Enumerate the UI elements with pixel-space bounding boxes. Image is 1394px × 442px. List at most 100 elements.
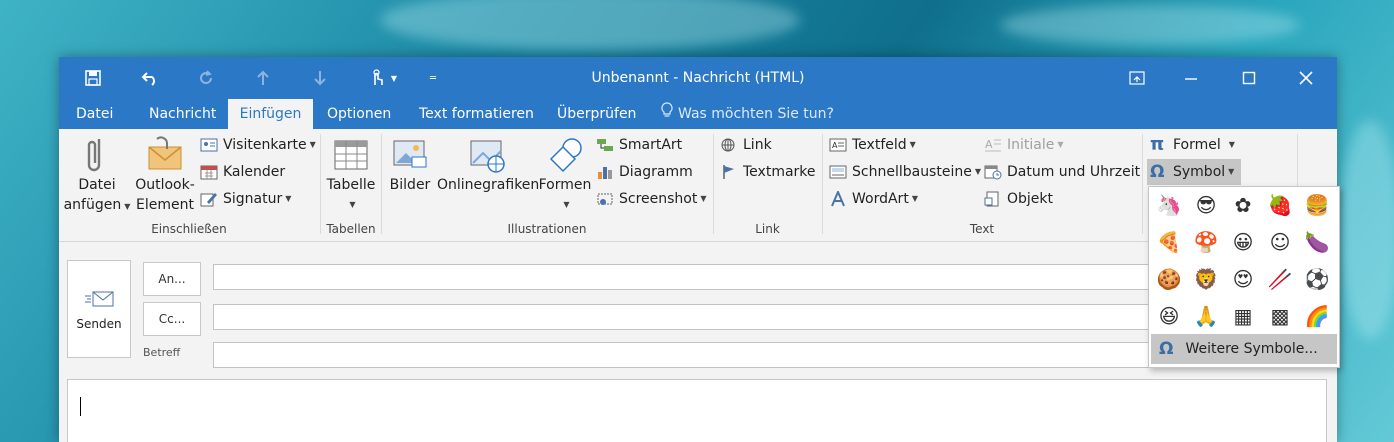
subject-field[interactable] — [213, 342, 1165, 368]
drop-cap-icon: A — [984, 137, 1002, 153]
burger-icon[interactable]: 🍔 — [1302, 190, 1332, 220]
unicorn-icon[interactable]: 🦄 — [1154, 190, 1184, 220]
tab-text-formatieren[interactable]: Text formatieren — [411, 99, 542, 129]
calendar-button[interactable]: Kalender — [200, 161, 285, 183]
mushroom-icon[interactable]: 🍄 — [1191, 227, 1221, 257]
chart-label: Diagramm — [619, 164, 693, 180]
group-label-einschliessen: Einschließen — [151, 222, 227, 236]
flower-icon[interactable]: ✿ — [1228, 190, 1258, 220]
ribbon-tabs: Datei Nachricht Einfügen Optionen Text f… — [59, 99, 1337, 129]
to-button[interactable]: An... — [143, 262, 201, 296]
save-icon[interactable] — [75, 57, 111, 99]
tab-ueberpruefen[interactable]: Überprüfen — [549, 99, 644, 129]
redo-icon[interactable] — [188, 57, 224, 99]
link-button[interactable]: Link — [720, 134, 772, 156]
strawberry-icon[interactable]: 🍓 — [1265, 190, 1295, 220]
online-pictures-button[interactable]: Onlinegrafiken — [437, 135, 540, 195]
pizza-slice-icon[interactable]: 🍕 — [1154, 227, 1184, 257]
cookie-icon[interactable]: 🍪 — [1154, 264, 1184, 294]
chart-icon — [596, 164, 614, 180]
group-label-link: Link — [755, 222, 780, 236]
send-envelope-icon — [84, 289, 114, 309]
text-box-label: Textfeld — [852, 137, 907, 153]
bookmark-label: Textmarke — [743, 164, 816, 180]
pictures-button[interactable]: Bilder — [385, 135, 435, 195]
chart-button[interactable]: Diagramm — [596, 161, 693, 183]
heart-eyes-face-icon[interactable]: 😍 — [1228, 264, 1258, 294]
drop-cap-button[interactable]: A Initiale ▼ — [984, 134, 1064, 156]
sunglasses-face-icon[interactable]: 😎 — [1191, 190, 1221, 220]
maximize-icon[interactable] — [1222, 57, 1276, 99]
smartart-button[interactable]: SmartArt — [596, 134, 682, 156]
online-picture-icon — [467, 135, 507, 175]
symbol-dropdown: 🦄 😎 ✿ 🍓 🍔 🍕 🍄 😀 ☺ 🍆 🍪 🦁 😍 🥢 ⚽ 😆 🙏 ▦ ▩ 🌈 Ω Weitere Symbole..… — [1148, 186, 1340, 368]
soccer-ball-icon[interactable]: ⚽ — [1302, 264, 1332, 294]
wordart-icon — [829, 189, 847, 207]
signature-button[interactable]: Signatur ▼ — [200, 188, 291, 210]
customize-qat-icon[interactable]: ═ — [415, 57, 451, 99]
desktop-wave — [1000, 5, 1300, 45]
group-label-tabellen: Tabellen — [326, 222, 376, 236]
chopsticks-icon[interactable]: 🥢 — [1265, 264, 1295, 294]
business-card-button[interactable]: Visitenkarte ▼ — [200, 134, 316, 156]
online-pictures-label: Onlinegrafiken — [437, 177, 540, 193]
postage-stamp-icon[interactable]: ▩ — [1265, 301, 1295, 331]
date-time-button[interactable]: Datum und Uhrzeit — [984, 161, 1140, 183]
business-card-label: Visitenkarte — [223, 137, 307, 153]
lion-icon[interactable]: 🦁 — [1191, 264, 1221, 294]
omega-icon: Ω — [1159, 339, 1174, 359]
tab-datei[interactable]: Datei — [68, 99, 121, 129]
wordart-label: WordArt — [852, 191, 909, 207]
group-label-text: Text — [969, 222, 995, 236]
minimize-icon[interactable] — [1164, 57, 1218, 99]
close-icon[interactable] — [1279, 57, 1333, 99]
cc-field[interactable] — [213, 304, 1165, 330]
object-label: Objekt — [1007, 191, 1054, 207]
screenshot-icon — [596, 191, 614, 207]
tab-einfuegen[interactable]: Einfügen — [228, 99, 313, 129]
down-arrow-icon[interactable] — [302, 57, 338, 99]
table-button[interactable]: Tabelle ▼ — [323, 135, 379, 215]
tell-me-box[interactable]: Was möchten Sie tun? — [661, 99, 834, 129]
stamp-icon[interactable]: ▦ — [1228, 301, 1258, 331]
group-separator — [320, 134, 321, 234]
smiling-face-icon[interactable]: ☺ — [1265, 227, 1295, 257]
globe-link-icon — [720, 137, 738, 153]
laughing-face-icon[interactable]: 😆 — [1154, 301, 1184, 331]
message-body[interactable] — [67, 379, 1327, 442]
screenshot-button[interactable]: Screenshot ▼ — [596, 188, 707, 210]
drop-cap-label: Initiale — [1007, 137, 1055, 153]
undo-icon[interactable] — [132, 57, 168, 99]
text-box-button[interactable]: A Textfeld ▼ — [829, 134, 916, 156]
grinning-face-icon[interactable]: 😀 — [1228, 227, 1258, 257]
quick-parts-icon — [829, 164, 847, 180]
group-separator — [713, 134, 714, 234]
group-separator — [381, 134, 382, 234]
paperclip-icon — [77, 135, 117, 175]
up-arrow-icon[interactable] — [245, 57, 281, 99]
cc-button[interactable]: Cc... — [143, 302, 201, 336]
rainbow-icon[interactable]: 🌈 — [1302, 301, 1332, 331]
quick-parts-button[interactable]: Schnellbausteine ▼ — [829, 161, 981, 183]
equation-label: Formel — [1173, 137, 1221, 153]
tab-optionen[interactable]: Optionen — [319, 99, 399, 129]
signature-label: Signatur — [223, 191, 283, 207]
praying-hands-icon[interactable]: 🙏 — [1191, 301, 1221, 331]
more-symbols-label: Weitere Symbole... — [1185, 341, 1318, 357]
to-field[interactable] — [213, 264, 1165, 290]
attach-file-button[interactable]: Datei anfügen ▼ — [63, 135, 131, 217]
object-button[interactable]: Objekt — [984, 188, 1053, 210]
send-button[interactable]: Senden — [67, 260, 131, 358]
more-symbols-button[interactable]: Ω Weitere Symbole... — [1151, 334, 1337, 364]
tab-nachricht[interactable]: Nachricht — [141, 99, 224, 129]
shapes-button[interactable]: Formen ▼ — [538, 135, 592, 215]
touch-mode-icon[interactable]: ▼ — [359, 57, 407, 99]
wordart-button[interactable]: WordArt ▼ — [829, 188, 918, 210]
bookmark-button[interactable]: Textmarke — [720, 161, 816, 183]
eggplant-icon[interactable]: 🍆 — [1302, 227, 1332, 257]
ribbon-display-options-icon[interactable] — [1110, 57, 1164, 99]
outlook-item-button[interactable]: Outlook- Element — [131, 135, 199, 215]
equation-button[interactable]: π Formel ▼ — [1150, 134, 1235, 156]
symbol-button[interactable]: Ω Symbol ▼ — [1150, 161, 1234, 183]
smartart-icon — [596, 137, 614, 153]
